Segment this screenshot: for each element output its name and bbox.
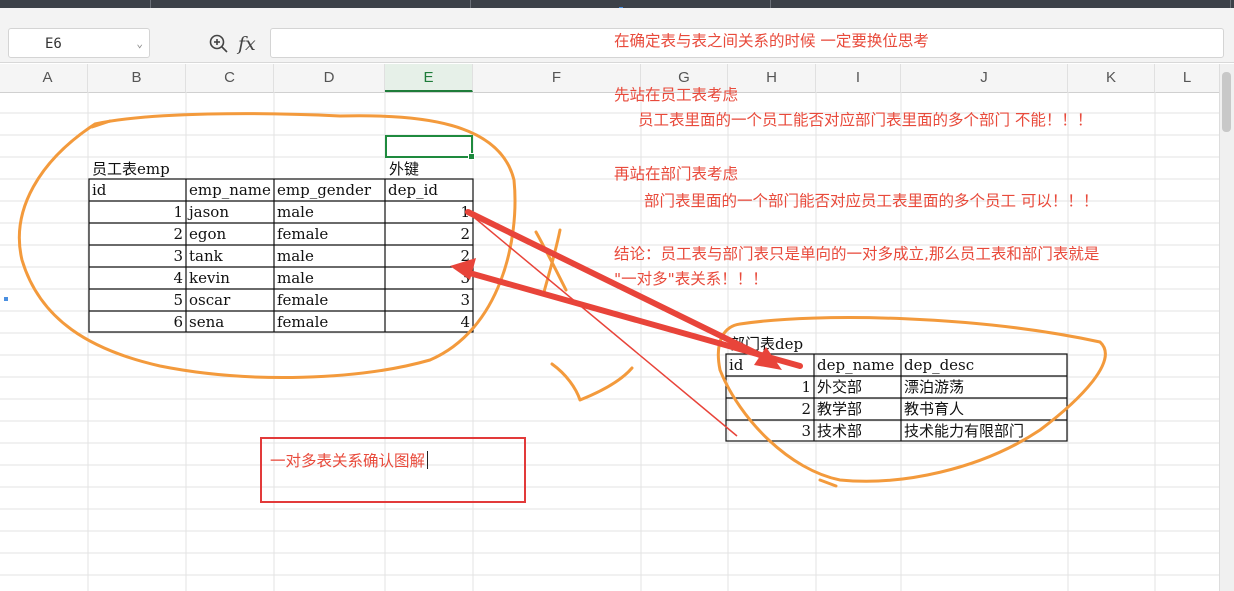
emp-cell-id[interactable]: 4 [89, 268, 183, 289]
emp-cell-gender[interactable]: male [277, 202, 314, 223]
dep-cell-desc[interactable]: 技术能力有限部门 [904, 421, 1024, 442]
top-tab-1[interactable] [0, 0, 151, 8]
col-header-l[interactable]: L [1155, 64, 1220, 92]
emp-cell-dep-id[interactable]: 4 [385, 312, 470, 333]
selected-cell-e6[interactable] [385, 135, 475, 160]
emp-cell-gender[interactable]: female [277, 290, 328, 311]
note-line-1[interactable]: 在确定表与表之间关系的时候 一定要换位思考 [614, 29, 929, 51]
col-header-k[interactable]: K [1068, 64, 1155, 92]
emp-cell-id[interactable]: 5 [89, 290, 183, 311]
fill-handle[interactable] [468, 153, 475, 160]
fx-icon[interactable]: fx [236, 33, 256, 55]
dep-table-title[interactable]: 部门表dep [730, 334, 803, 355]
emp-cell-dep-id[interactable]: 2 [385, 224, 470, 245]
dep-cell-name[interactable]: 教学部 [817, 399, 862, 420]
col-header-a[interactable]: A [8, 64, 88, 92]
emp-cell-name[interactable]: egon [189, 224, 226, 245]
caption-text: 一对多表关系确认图解 [270, 452, 426, 470]
dep-header-desc[interactable]: dep_desc [904, 355, 974, 376]
emp-cell-name[interactable]: oscar [189, 290, 230, 311]
note-line-5[interactable]: 部门表里面的一个部门能否对应员工表里面的多个员工 可以！！！ [644, 189, 1098, 211]
vertical-scrollbar[interactable] [1219, 64, 1234, 591]
emp-cell-dep-id[interactable]: 3 [385, 268, 470, 289]
emp-header-id[interactable]: id [92, 180, 106, 201]
emp-cell-dep-id[interactable]: 1 [385, 202, 470, 223]
dep-cell-id[interactable]: 3 [726, 421, 811, 442]
top-tab-2[interactable] [150, 0, 471, 8]
col-header-d[interactable]: D [274, 64, 385, 92]
emp-header-gender[interactable]: emp_gender [277, 180, 371, 201]
scrollbar-thumb[interactable] [1222, 72, 1231, 132]
column-headers: A B C D E F G H I J K L [0, 64, 1220, 93]
formula-icons: fx [208, 32, 264, 56]
name-box[interactable]: E6 ⌄ [8, 28, 150, 58]
col-header-j[interactable]: J [901, 64, 1068, 92]
note-line-4[interactable]: 再站在部门表考虑 [614, 162, 738, 184]
diagram-caption-textbox[interactable]: 一对多表关系确认图解 [260, 437, 526, 503]
emp-cell-id[interactable]: 1 [89, 202, 183, 223]
dep-cell-desc[interactable]: 漂泊游荡 [904, 377, 964, 398]
emp-cell-name[interactable]: jason [189, 202, 229, 223]
selection-marker-left [4, 297, 8, 301]
dep-cell-desc[interactable]: 教书育人 [904, 399, 964, 420]
sheet-grid[interactable] [0, 92, 1220, 591]
dep-cell-id[interactable]: 1 [726, 377, 811, 398]
note-line-3[interactable]: 员工表里面的一个员工能否对应部门表里面的多个部门 不能！！！ [638, 108, 1092, 130]
emp-table-title[interactable]: 员工表emp [92, 159, 170, 180]
emp-cell-id[interactable]: 3 [89, 246, 183, 267]
dep-cell-name[interactable]: 外交部 [817, 377, 862, 398]
note-line-2[interactable]: 先站在员工表考虑 [614, 83, 738, 105]
col-header-h[interactable]: H [728, 64, 816, 92]
zoom-formula-icon[interactable] [209, 34, 228, 53]
emp-cell-gender[interactable]: male [277, 268, 314, 289]
chevron-down-icon[interactable]: ⌄ [136, 29, 143, 59]
dep-header-name[interactable]: dep_name [817, 355, 894, 376]
emp-cell-dep-id[interactable]: 2 [385, 246, 470, 267]
emp-cell-dep-id[interactable]: 3 [385, 290, 470, 311]
top-tab-4[interactable] [770, 0, 1231, 8]
fk-label[interactable]: 外键 [389, 159, 419, 180]
emp-cell-name[interactable]: kevin [189, 268, 230, 289]
text-caret [427, 451, 429, 469]
col-header-b[interactable]: B [88, 64, 186, 92]
col-header-c[interactable]: C [186, 64, 274, 92]
name-box-value: E6 [45, 36, 62, 52]
emp-cell-gender[interactable]: female [277, 224, 328, 245]
emp-cell-name[interactable]: sena [189, 312, 224, 333]
emp-cell-gender[interactable]: female [277, 312, 328, 333]
window-top-strip [0, 0, 1234, 8]
emp-header-name[interactable]: emp_name [189, 180, 271, 201]
dep-cell-name[interactable]: 技术部 [817, 421, 862, 442]
note-line-7[interactable]: "一对多"表关系！！！ [614, 267, 768, 289]
emp-cell-id[interactable]: 6 [89, 312, 183, 333]
emp-cell-name[interactable]: tank [189, 246, 223, 267]
col-header-i[interactable]: I [816, 64, 901, 92]
dep-header-id[interactable]: id [729, 355, 743, 376]
emp-cell-id[interactable]: 2 [89, 224, 183, 245]
note-line-6[interactable]: 结论：员工表与部门表只是单向的一对多成立,那么员工表和部门表就是 [614, 242, 1099, 264]
emp-cell-gender[interactable]: male [277, 246, 314, 267]
emp-header-dep-id[interactable]: dep_id [388, 180, 438, 201]
col-header-e[interactable]: E [385, 64, 473, 92]
dep-cell-id[interactable]: 2 [726, 399, 811, 420]
